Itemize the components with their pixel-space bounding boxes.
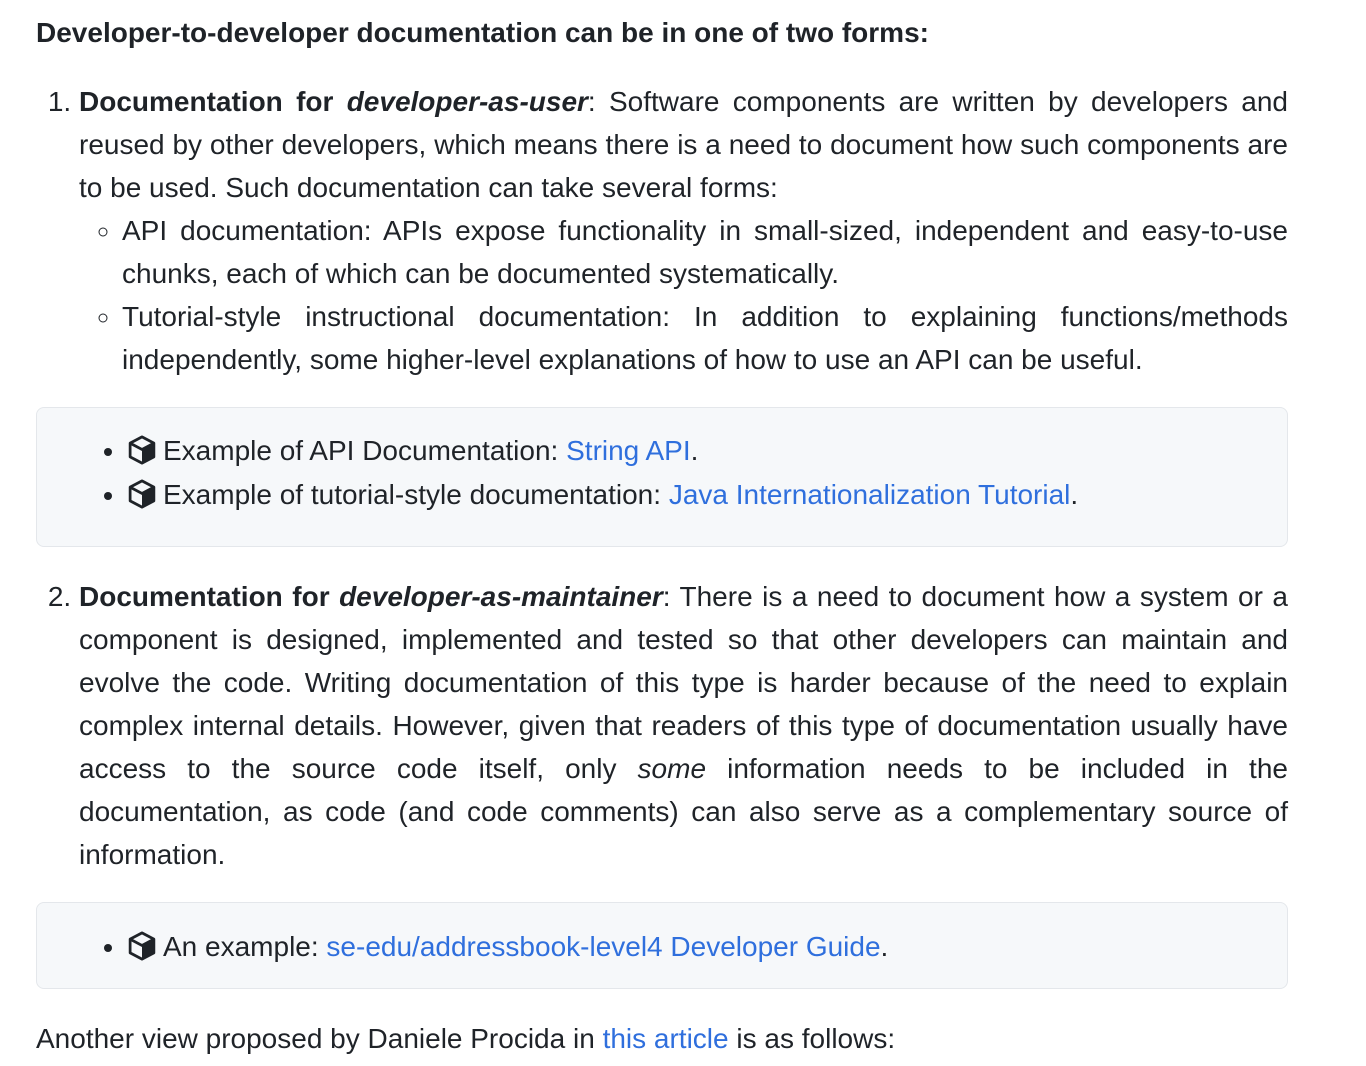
- example-item: Example of API Documentation: String API…: [127, 429, 1287, 473]
- string-api-link[interactable]: String API: [566, 435, 691, 466]
- list-item-developer-as-maintainer: Documentation for developer-as-maintaine…: [36, 575, 1288, 989]
- example-box: An example: se-edu/addressbook-level4 De…: [36, 902, 1288, 989]
- item-heading: Documentation for developer-as-maintaine…: [79, 581, 663, 612]
- this-article-link[interactable]: this article: [603, 1023, 729, 1054]
- example-item: An example: se-edu/addressbook-level4 De…: [127, 925, 1287, 969]
- developer-guide-link[interactable]: se-edu/addressbook-level4 Developer Guid…: [326, 931, 880, 962]
- item-heading-term: developer-as-maintainer: [339, 581, 663, 612]
- example-text: Example of tutorial-style documentation:: [163, 479, 669, 510]
- sublist-item-api-docs: API documentation: APIs expose functiona…: [122, 209, 1288, 295]
- java-i18n-tutorial-link[interactable]: Java Internationalization Tutorial: [669, 479, 1071, 510]
- section-lead: Developer-to-developer documentation can…: [36, 17, 929, 48]
- item-heading: Documentation for developer-as-user: [79, 86, 588, 117]
- item-heading-term: developer-as-user: [346, 86, 588, 117]
- package-icon: [128, 931, 156, 961]
- item-heading-prefix: Documentation for: [79, 86, 347, 117]
- example-item: Example of tutorial-style documentation:…: [127, 473, 1287, 517]
- example-list: Example of API Documentation: String API…: [37, 429, 1287, 517]
- next-paragraph: Another view proposed by Daniele Procida…: [36, 1017, 1288, 1060]
- forms-list: Documentation for developer-as-user: Sof…: [36, 80, 1288, 989]
- example-suffix: .: [690, 435, 699, 466]
- paragraph-text-end: is as follows:: [728, 1023, 896, 1054]
- example-suffix: .: [1070, 479, 1079, 510]
- document-page: Developer-to-developer documentation can…: [0, 0, 1366, 1060]
- list-item-developer-as-user: Documentation for developer-as-user: Sof…: [36, 80, 1288, 547]
- emphasis-text: some: [637, 753, 707, 784]
- paragraph-text: Another view proposed by Daniele Procida…: [36, 1023, 603, 1054]
- example-suffix: .: [880, 931, 889, 962]
- example-text: Example of API Documentation:: [163, 435, 567, 466]
- item-heading-prefix: Documentation for: [79, 581, 340, 612]
- package-icon: [128, 435, 156, 465]
- example-list: An example: se-edu/addressbook-level4 De…: [37, 925, 1287, 969]
- example-box: Example of API Documentation: String API…: [36, 407, 1288, 547]
- package-icon: [128, 479, 156, 509]
- example-text: An example:: [163, 931, 327, 962]
- forms-sublist: API documentation: APIs expose functiona…: [79, 209, 1288, 381]
- sublist-item-tutorial-docs: Tutorial-style instructional documentati…: [122, 295, 1288, 381]
